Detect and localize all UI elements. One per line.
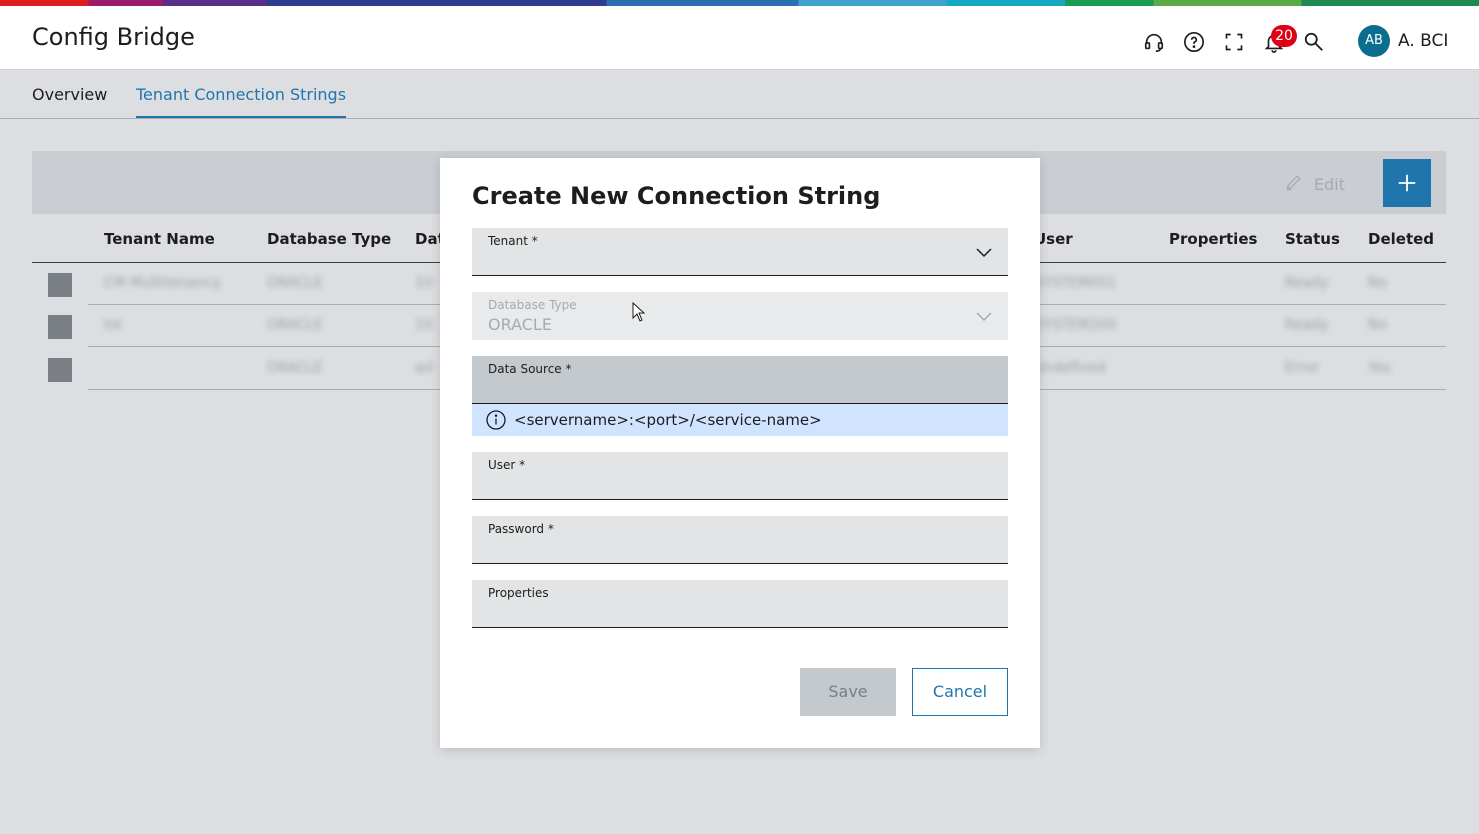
col-status[interactable]: Status [1285,230,1340,248]
cell-status: Ready [1285,317,1329,333]
app-header: Config Bridge 20 AB A. BCI [0,6,1479,70]
database-type-label: Database Type [488,298,577,312]
col-deleted[interactable]: Deleted [1368,230,1434,248]
fullscreen-icon[interactable] [1222,30,1246,54]
col-tenant-name[interactable]: Tenant Name [104,230,215,248]
cell-user: SYSTEM200 [1034,317,1117,333]
cell-tenant: CM Multitenancy [104,275,221,291]
database-type-select: Database Type ORACLE [472,292,1008,340]
cell-data-source: ad [415,360,433,376]
search-icon[interactable] [1302,30,1326,54]
chevron-down-icon [976,312,992,322]
row-checkbox[interactable] [48,315,72,339]
tab-overview[interactable]: Overview [32,85,107,118]
create-connection-dialog: Create New Connection String Tenant * Da… [440,158,1040,748]
info-icon [486,410,506,430]
avatar[interactable]: AB [1358,25,1390,57]
user-label: User * [488,458,526,472]
cell-user: SYSTEM001 [1034,275,1117,291]
col-properties[interactable]: Properties [1169,230,1257,248]
row-checkbox[interactable] [48,358,72,382]
cell-user: Undefined [1034,360,1106,376]
pencil-icon [1284,172,1304,196]
notification-badge: 20 [1271,25,1297,47]
add-button[interactable] [1383,159,1431,207]
cell-db-type: ORACLE [267,360,323,376]
password-label: Password * [488,522,554,536]
data-source-label: Data Source * [488,362,572,376]
cancel-button[interactable]: Cancel [912,668,1008,716]
data-source-hint: <servername>:<port>/<service-name> [472,404,1008,436]
dialog-title: Create New Connection String [472,182,881,210]
cell-data-source: 10 [415,275,433,291]
cell-deleted: Yes [1368,360,1391,376]
user-name[interactable]: A. BCI [1398,31,1448,51]
save-button[interactable]: Save [800,668,896,716]
cell-db-type: ORACLE [267,317,323,333]
headset-icon[interactable] [1142,30,1166,54]
cell-status: Ready [1285,275,1329,291]
password-field[interactable]: Password * [472,516,1008,564]
chevron-down-icon [976,248,992,258]
help-icon[interactable] [1182,30,1206,54]
database-type-value: ORACLE [488,315,552,334]
edit-label: Edit [1314,174,1345,194]
cell-deleted: No [1368,317,1388,333]
cell-data-source: 10 [415,317,433,333]
mouse-cursor-icon [632,302,646,322]
tab-bar: Overview Tenant Connection Strings [0,71,1479,119]
edit-button[interactable]: Edit [1284,173,1364,195]
user-field[interactable]: User * [472,452,1008,500]
tenant-select[interactable]: Tenant * [472,228,1008,276]
properties-label: Properties [488,586,549,600]
data-source-field[interactable]: Data Source * [472,356,1008,404]
cell-deleted: No [1368,275,1388,291]
cell-status: Error [1285,360,1320,376]
plus-icon [1398,174,1416,192]
properties-field[interactable]: Properties [472,580,1008,628]
app-title: Config Bridge [32,23,195,51]
col-database-type[interactable]: Database Type [267,230,391,248]
row-checkbox[interactable] [48,273,72,297]
cell-tenant: tst [104,317,123,333]
hint-text: <servername>:<port>/<service-name> [514,411,822,429]
cell-db-type: ORACLE [267,275,323,291]
tab-tenant-connection-strings[interactable]: Tenant Connection Strings [136,85,347,118]
tenant-label: Tenant * [488,234,538,248]
